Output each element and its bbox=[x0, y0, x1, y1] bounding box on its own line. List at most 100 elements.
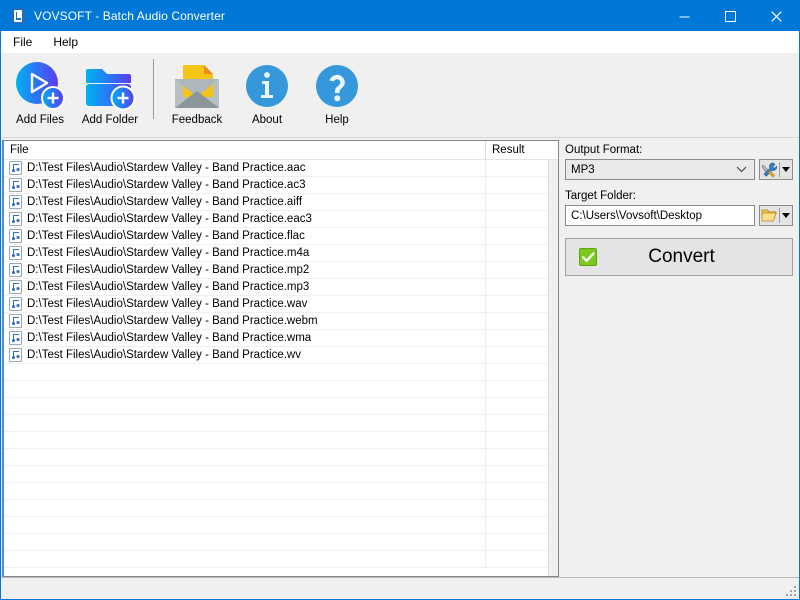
maximize-button[interactable] bbox=[707, 1, 753, 31]
table-row[interactable]: D:\Test Files\Audio\Stardew Valley - Ban… bbox=[4, 347, 558, 364]
scrollbar-thumb[interactable] bbox=[550, 160, 557, 576]
table-row-empty bbox=[4, 449, 558, 466]
audio-file-icon bbox=[9, 246, 22, 260]
audio-file-icon bbox=[9, 195, 22, 209]
table-cell-file bbox=[4, 364, 486, 381]
status-bar bbox=[1, 577, 799, 599]
add-files-icon bbox=[12, 59, 68, 113]
table-row[interactable]: D:\Test Files\Audio\Stardew Valley - Ban… bbox=[4, 228, 558, 245]
file-path-label: D:\Test Files\Audio\Stardew Valley - Ban… bbox=[27, 230, 305, 242]
toolbar-divider bbox=[1, 137, 799, 138]
table-row-empty bbox=[4, 415, 558, 432]
about-button[interactable]: About bbox=[232, 53, 302, 126]
table-row[interactable]: D:\Test Files\Audio\Stardew Valley - Ban… bbox=[4, 160, 558, 177]
add-folder-label: Add Folder bbox=[82, 114, 138, 126]
table-row-empty bbox=[4, 534, 558, 551]
feedback-button[interactable]: Feedback bbox=[162, 53, 232, 126]
table-cell-file bbox=[4, 415, 486, 432]
browse-folder-button[interactable] bbox=[759, 205, 793, 226]
output-format-select[interactable]: MP3 bbox=[565, 159, 755, 180]
table-row[interactable]: D:\Test Files\Audio\Stardew Valley - Ban… bbox=[4, 245, 558, 262]
table-row[interactable]: D:\Test Files\Audio\Stardew Valley - Ban… bbox=[4, 177, 558, 194]
add-files-label: Add Files bbox=[16, 114, 64, 126]
table-row-empty bbox=[4, 551, 558, 568]
minimize-button[interactable] bbox=[661, 1, 707, 31]
table-cell-file bbox=[4, 398, 486, 415]
column-header-file[interactable]: File bbox=[4, 141, 486, 159]
table-row-empty bbox=[4, 432, 558, 449]
chevron-down-icon bbox=[736, 164, 747, 176]
help-button[interactable]: Help bbox=[302, 53, 372, 126]
audio-file-icon bbox=[9, 331, 22, 345]
table-row-empty bbox=[4, 398, 558, 415]
menu-item-file[interactable]: File bbox=[4, 32, 41, 52]
format-settings-button[interactable] bbox=[759, 159, 793, 180]
table-row-empty bbox=[4, 381, 558, 398]
audio-file-icon bbox=[9, 161, 22, 175]
table-cell-file bbox=[4, 500, 486, 517]
audio-file-icon bbox=[9, 314, 22, 328]
file-list[interactable]: File Result D:\Test Files\Audio\Stardew … bbox=[2, 140, 559, 577]
file-path-label: D:\Test Files\Audio\Stardew Valley - Ban… bbox=[27, 298, 307, 310]
file-path-label: D:\Test Files\Audio\Stardew Valley - Ban… bbox=[27, 162, 305, 174]
table-cell-file: D:\Test Files\Audio\Stardew Valley - Ban… bbox=[4, 211, 486, 228]
tools-settings-icon bbox=[760, 160, 779, 179]
table-row[interactable]: D:\Test Files\Audio\Stardew Valley - Ban… bbox=[4, 313, 558, 330]
file-path-label: D:\Test Files\Audio\Stardew Valley - Ban… bbox=[27, 264, 309, 276]
table-cell-file: D:\Test Files\Audio\Stardew Valley - Ban… bbox=[4, 279, 486, 296]
target-folder-input[interactable]: C:\Users\Vovsoft\Desktop bbox=[565, 205, 755, 226]
table-row[interactable]: D:\Test Files\Audio\Stardew Valley - Ban… bbox=[4, 194, 558, 211]
table-cell-file bbox=[4, 534, 486, 551]
close-button[interactable] bbox=[753, 1, 799, 31]
table-row[interactable]: D:\Test Files\Audio\Stardew Valley - Ban… bbox=[4, 262, 558, 279]
menu-item-help[interactable]: Help bbox=[44, 32, 87, 52]
caret-down-icon[interactable] bbox=[780, 160, 792, 179]
file-path-label: D:\Test Files\Audio\Stardew Valley - Ban… bbox=[27, 281, 309, 293]
caret-down-icon[interactable] bbox=[780, 206, 792, 225]
add-folder-button[interactable]: Add Folder bbox=[75, 53, 145, 126]
audio-file-icon bbox=[9, 229, 22, 243]
window-title: VOVSOFT - Batch Audio Converter bbox=[34, 9, 225, 23]
table-row-empty bbox=[4, 466, 558, 483]
main-body: File Result D:\Test Files\Audio\Stardew … bbox=[1, 138, 799, 577]
audio-file-icon bbox=[9, 280, 22, 294]
file-path-label: D:\Test Files\Audio\Stardew Valley - Ban… bbox=[27, 196, 302, 208]
convert-button-label: Convert bbox=[597, 246, 766, 268]
feedback-label: Feedback bbox=[172, 114, 223, 126]
table-cell-file bbox=[4, 483, 486, 500]
add-files-button[interactable]: Add Files bbox=[5, 53, 75, 126]
table-cell-file: D:\Test Files\Audio\Stardew Valley - Ban… bbox=[4, 228, 486, 245]
file-path-label: D:\Test Files\Audio\Stardew Valley - Ban… bbox=[27, 247, 309, 259]
table-row[interactable]: D:\Test Files\Audio\Stardew Valley - Ban… bbox=[4, 279, 558, 296]
audio-file-icon bbox=[9, 297, 22, 311]
file-path-label: D:\Test Files\Audio\Stardew Valley - Ban… bbox=[27, 349, 301, 361]
table-row[interactable]: D:\Test Files\Audio\Stardew Valley - Ban… bbox=[4, 330, 558, 347]
audio-file-icon bbox=[9, 348, 22, 362]
table-row-empty bbox=[4, 517, 558, 534]
app-icon bbox=[10, 8, 26, 24]
file-list-header: File Result bbox=[4, 141, 558, 160]
column-header-result[interactable]: Result bbox=[486, 141, 558, 159]
title-bar: VOVSOFT - Batch Audio Converter bbox=[1, 1, 799, 31]
resize-grip-icon[interactable] bbox=[784, 584, 796, 596]
table-row[interactable]: D:\Test Files\Audio\Stardew Valley - Ban… bbox=[4, 296, 558, 313]
table-row[interactable]: D:\Test Files\Audio\Stardew Valley - Ban… bbox=[4, 211, 558, 228]
file-path-label: D:\Test Files\Audio\Stardew Valley - Ban… bbox=[27, 179, 305, 191]
open-folder-icon bbox=[760, 206, 779, 225]
table-row-empty bbox=[4, 500, 558, 517]
file-path-label: D:\Test Files\Audio\Stardew Valley - Ban… bbox=[27, 315, 318, 327]
toolbar-separator bbox=[153, 59, 154, 119]
table-cell-file bbox=[4, 517, 486, 534]
about-info-icon bbox=[239, 59, 295, 113]
convert-button[interactable]: Convert bbox=[565, 238, 793, 276]
table-cell-file: D:\Test Files\Audio\Stardew Valley - Ban… bbox=[4, 194, 486, 211]
feedback-envelope-icon bbox=[169, 59, 225, 113]
table-cell-file bbox=[4, 466, 486, 483]
table-cell-file bbox=[4, 551, 486, 568]
table-cell-file bbox=[4, 381, 486, 398]
target-folder-row: C:\Users\Vovsoft\Desktop bbox=[565, 205, 793, 226]
file-list-scrollbar[interactable] bbox=[548, 160, 558, 576]
help-question-icon bbox=[309, 59, 365, 113]
table-cell-file: D:\Test Files\Audio\Stardew Valley - Ban… bbox=[4, 262, 486, 279]
file-list-body: D:\Test Files\Audio\Stardew Valley - Ban… bbox=[4, 160, 558, 576]
